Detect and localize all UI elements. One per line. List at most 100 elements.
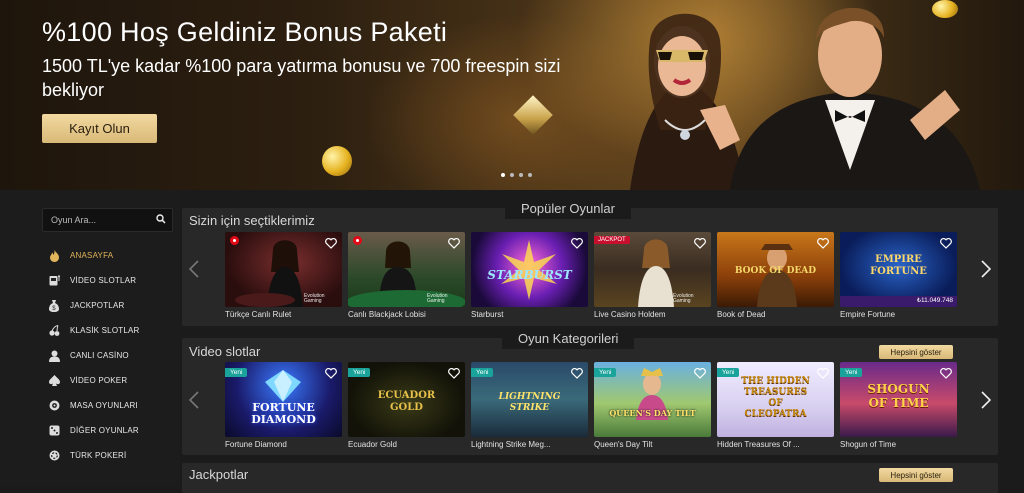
sidebar-item-home[interactable]: ANASAYFA	[48, 243, 140, 268]
chip-icon	[48, 450, 60, 462]
video-slots-section: Video slotlar Hepsini göster Yeni FORTUN…	[182, 338, 998, 455]
favorite-heart-icon[interactable]	[817, 236, 829, 249]
game-art-title: FORTUNE DIAMOND	[251, 401, 316, 426]
favorite-heart-icon[interactable]	[694, 236, 706, 249]
section-title: Video slotlar	[189, 344, 261, 359]
carousel-dots[interactable]	[501, 173, 532, 177]
game-name: Book of Dead	[717, 310, 766, 319]
game-thumbnail[interactable]: BOOK OF DEAD	[717, 232, 834, 307]
game-card[interactable]: Evolution Gaming Canlı Blackjack Lobisi	[348, 232, 465, 319]
sidebar: ANASAYFA VİDEO SLOTLAR $ JACKPOTLAR KLAS…	[0, 190, 180, 486]
game-card[interactable]: JACKPOT Evolution Gaming Live Casino Hol…	[594, 232, 711, 319]
game-name: Türkçe Canlı Rulet	[225, 310, 292, 319]
carousel-next-arrow[interactable]	[979, 257, 993, 281]
sidebar-item-video-slots[interactable]: VİDEO SLOTLAR	[48, 268, 140, 293]
favorite-heart-icon[interactable]	[325, 236, 337, 249]
game-card[interactable]: Yeni QUEEN'S DAY TILT Queen's Day Tilt	[594, 362, 711, 449]
main-content: Sizin için seçtiklerimiz Evolution Gamin…	[182, 190, 1024, 493]
game-name: Starburst	[471, 310, 504, 319]
game-card[interactable]: BOOK OF DEAD Book of Dead	[717, 232, 834, 319]
game-card[interactable]: Yeni FORTUNE DIAMOND Fortune Diamond	[225, 362, 342, 449]
favorite-heart-icon[interactable]	[325, 366, 337, 379]
sidebar-item-jackpots[interactable]: $ JACKPOTLAR	[48, 293, 140, 318]
favorite-heart-icon[interactable]	[571, 366, 583, 379]
provider-logo: Evolution Gaming	[304, 293, 325, 304]
game-card[interactable]: Evolution Gaming Türkçe Canlı Rulet	[225, 232, 342, 319]
money-bag-icon: $	[48, 299, 60, 312]
chevron-left-icon[interactable]	[189, 391, 199, 409]
game-card[interactable]: Yeni LIGHTNING STRIKE Lightning Strike M…	[471, 362, 588, 449]
game-thumbnail[interactable]: Yeni THE HIDDEN TREASURES OF CLEOPATRA	[717, 362, 834, 437]
search-box[interactable]	[42, 208, 173, 232]
game-art-title: THE HIDDEN TREASURES OF CLEOPATRA	[741, 376, 810, 419]
game-card[interactable]: Yeni SHOGUN OF TIME Shogun of Time	[840, 362, 957, 449]
chevron-right-icon[interactable]	[981, 391, 991, 409]
carousel-dot[interactable]	[501, 173, 505, 177]
cherry-icon	[48, 325, 60, 337]
game-card[interactable]: EMPIRE FORTUNE ₺11.049.748 Empire Fortun…	[840, 232, 957, 319]
search-icon[interactable]	[156, 214, 166, 224]
game-thumbnail[interactable]: STARBURST	[471, 232, 588, 307]
chevron-left-icon[interactable]	[189, 260, 199, 278]
svg-text:$: $	[52, 306, 56, 312]
man-in-tuxedo-image	[730, 7, 980, 190]
game-thumbnail[interactable]: Yeni QUEEN'S DAY TILT	[594, 362, 711, 437]
sidebar-item-video-poker[interactable]: VİDEO POKER	[48, 368, 140, 393]
sidebar-item-label: CANLI CASİNO	[70, 351, 129, 360]
sidebar-item-turkish-poker[interactable]: TÜRK POKERİ	[48, 443, 140, 468]
game-thumbnail[interactable]: Yeni SHOGUN OF TIME	[840, 362, 957, 437]
game-name: Shogun of Time	[840, 440, 897, 449]
provider-logo: Evolution Gaming	[427, 293, 448, 304]
favorite-heart-icon[interactable]	[940, 366, 952, 379]
jackpots-section: Jackpotlar Hepsini göster	[182, 463, 998, 493]
show-all-button[interactable]: Hepsini göster	[879, 345, 953, 359]
section-title: Sizin için seçtiklerimiz	[189, 213, 315, 228]
game-card[interactable]: STARBURST Starburst	[471, 232, 588, 319]
favorite-heart-icon[interactable]	[817, 366, 829, 379]
game-thumbnail[interactable]: Evolution Gaming	[225, 232, 342, 307]
game-thumbnail[interactable]: Yeni FORTUNE DIAMOND	[225, 362, 342, 437]
popular-games-heading: Popüler Oyunlar	[505, 199, 631, 219]
sidebar-item-label: KLASİK SLOTLAR	[70, 326, 140, 335]
search-input[interactable]	[51, 215, 151, 225]
sidebar-item-label: MASA OYUNLARI	[70, 401, 138, 410]
carousel-next-arrow[interactable]	[979, 388, 993, 412]
sidebar-item-other-games[interactable]: DİĞER OYUNLAR	[48, 418, 140, 443]
carousel-prev-arrow[interactable]	[187, 388, 201, 412]
favorite-heart-icon[interactable]	[694, 366, 706, 379]
register-button[interactable]: Kayıt Olun	[42, 114, 157, 143]
sidebar-item-classic-slots[interactable]: KLASİK SLOTLAR	[48, 318, 140, 343]
game-card[interactable]: Yeni THE HIDDEN TREASURES OF CLEOPATRA H…	[717, 362, 834, 449]
new-badge: Yeni	[840, 368, 863, 377]
carousel-dot[interactable]	[510, 173, 514, 177]
sidebar-item-label: ANASAYFA	[70, 251, 114, 260]
game-thumbnail[interactable]: Yeni ECUADOR GOLD	[348, 362, 465, 437]
game-name: Fortune Diamond	[225, 440, 287, 449]
game-name: Lightning Strike Meg...	[471, 440, 551, 449]
favorite-heart-icon[interactable]	[571, 236, 583, 249]
sidebar-item-live-casino[interactable]: CANLI CASİNO	[48, 343, 140, 368]
favorite-heart-icon[interactable]	[448, 236, 460, 249]
sidebar-item-label: TÜRK POKERİ	[70, 451, 127, 460]
new-badge: Yeni	[348, 368, 371, 377]
game-thumbnail[interactable]: JACKPOT Evolution Gaming	[594, 232, 711, 307]
game-name: Queen's Day Tilt	[594, 440, 653, 449]
carousel-dot[interactable]	[528, 173, 532, 177]
sidebar-item-table-games[interactable]: MASA OYUNLARI	[48, 393, 140, 418]
game-art-title: QUEEN'S DAY TILT	[609, 408, 696, 418]
carousel-prev-arrow[interactable]	[187, 257, 201, 281]
new-badge: Yeni	[471, 368, 494, 377]
game-art-title: EMPIRE FORTUNE	[870, 254, 927, 277]
show-all-button[interactable]: Hepsini göster	[879, 468, 953, 482]
popular-games-section: Sizin için seçtiklerimiz Evolution Gamin…	[182, 208, 998, 326]
game-thumbnail[interactable]: Evolution Gaming	[348, 232, 465, 307]
favorite-heart-icon[interactable]	[940, 236, 952, 249]
game-thumbnail[interactable]: Yeni LIGHTNING STRIKE	[471, 362, 588, 437]
game-thumbnail[interactable]: EMPIRE FORTUNE ₺11.049.748	[840, 232, 957, 307]
chevron-right-icon[interactable]	[981, 260, 991, 278]
hero-banner[interactable]: %100 Hoş Geldiniz Bonus Paketi 1500 TL'y…	[0, 0, 1024, 190]
carousel-dot[interactable]	[519, 173, 523, 177]
sidebar-nav: ANASAYFA VİDEO SLOTLAR $ JACKPOTLAR KLAS…	[48, 243, 140, 468]
favorite-heart-icon[interactable]	[448, 366, 460, 379]
game-card[interactable]: Yeni ECUADOR GOLD Ecuador Gold	[348, 362, 465, 449]
